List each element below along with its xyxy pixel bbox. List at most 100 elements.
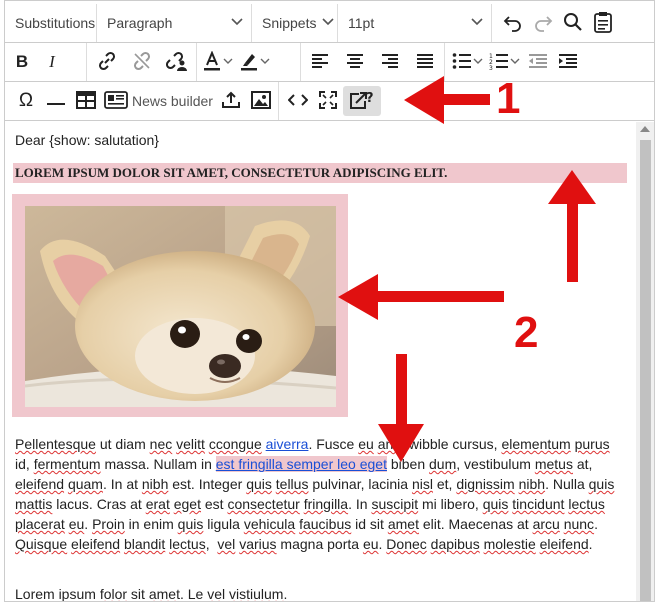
image-button[interactable]	[246, 86, 276, 116]
spell-word[interactable]: vistiulum	[229, 586, 283, 601]
spell-word[interactable]: consectetur	[227, 496, 299, 512]
spell-word[interactable]: nunc	[564, 516, 594, 532]
spell-word[interactable]: placerat	[15, 516, 65, 532]
spell-word[interactable]: Proin	[92, 516, 125, 532]
spell-word[interactable]: mattis	[15, 496, 52, 512]
spell-word[interactable]: folor	[100, 586, 127, 601]
redo-icon	[533, 12, 553, 35]
horizontal-rule-button[interactable]	[41, 86, 71, 116]
spell-word[interactable]: fringilla	[304, 496, 348, 512]
highlighted-link[interactable]: est fringilla semper leo eget	[215, 456, 387, 472]
font-size-dropdown[interactable]: 11pt	[338, 4, 492, 42]
anchor-user-button[interactable]	[162, 47, 192, 77]
spell-word[interactable]: purus	[575, 436, 610, 452]
align-right-button[interactable]	[375, 47, 405, 77]
text-color-button[interactable]	[199, 47, 236, 77]
spell-word[interactable]: amet	[388, 516, 419, 532]
spell-word[interactable]: fermentum	[34, 456, 101, 472]
spell-word[interactable]: tellus	[276, 476, 309, 492]
editor-content[interactable]: Dear {show: salutation} LOREM IPSUM DOLO…	[5, 122, 636, 601]
spell-word[interactable]: Quisque	[15, 536, 67, 552]
spell-word[interactable]: eget	[174, 496, 201, 512]
bold-button[interactable]: B	[7, 47, 37, 77]
table-button[interactable]	[71, 86, 101, 116]
justify-button[interactable]	[410, 47, 440, 77]
spell-word[interactable]: velitt	[176, 436, 205, 452]
spell-word[interactable]: vehicula	[244, 516, 295, 532]
spell-word[interactable]: quis	[178, 516, 204, 532]
align-center-button[interactable]	[340, 47, 370, 77]
spell-word[interactable]: lectus	[568, 496, 605, 512]
spell-word[interactable]: quis	[483, 496, 509, 512]
spell-word[interactable]: eleifend	[540, 536, 589, 552]
spell-word[interactable]: arcu	[533, 516, 560, 532]
align-left-button[interactable]	[305, 47, 335, 77]
outdent-button[interactable]	[523, 47, 553, 77]
substitutions-dropdown[interactable]: Substitutions	[5, 4, 97, 42]
spell-word[interactable]: suscipit	[371, 496, 418, 512]
spell-word[interactable]: nec	[150, 436, 173, 452]
spell-word[interactable]: ccongue	[209, 436, 262, 452]
source-code-button[interactable]	[283, 86, 313, 116]
spell-word[interactable]: Pellentesque	[15, 436, 96, 452]
spell-word[interactable]: ante	[378, 436, 405, 452]
spell-word[interactable]: quis	[246, 476, 272, 492]
scrollbar-thumb[interactable]	[640, 140, 651, 601]
spell-word[interactable]: eu	[358, 436, 374, 452]
snippets-dropdown[interactable]: Snippets	[252, 4, 338, 42]
spell-word[interactable]: dignissim	[456, 476, 514, 492]
spell-word[interactable]: dum	[429, 456, 456, 472]
spell-word[interactable]: eu	[69, 516, 85, 532]
paragraph-format-dropdown[interactable]: Paragraph	[97, 4, 252, 42]
special-character-button[interactable]: Ω	[11, 86, 41, 116]
chevron-down-icon	[473, 57, 483, 67]
spell-word[interactable]: erat	[146, 496, 170, 512]
text-run: . In at	[102, 476, 142, 492]
bullet-list-button[interactable]	[449, 47, 486, 77]
vertical-scrollbar[interactable]	[636, 122, 654, 601]
spell-word[interactable]: quam	[68, 476, 103, 492]
highlight-color-button[interactable]	[236, 47, 273, 77]
indent-button[interactable]	[553, 47, 583, 77]
spell-word[interactable]: dapibus	[431, 536, 480, 552]
spell-word[interactable]: vel	[207, 586, 225, 601]
redo-button[interactable]	[528, 8, 558, 38]
spell-word[interactable]: elementum	[501, 436, 570, 452]
spell-word[interactable]: eleifend	[15, 476, 64, 492]
spell-word[interactable]: metus	[535, 456, 573, 472]
image-block[interactable]	[12, 194, 348, 417]
spell-word[interactable]: blandit	[124, 536, 165, 552]
spell-word[interactable]: eu	[363, 536, 379, 552]
link-button[interactable]	[92, 47, 122, 77]
spell-word[interactable]: faucibus	[299, 516, 351, 532]
spell-word[interactable]: nisl	[412, 476, 433, 492]
search-button[interactable]	[558, 8, 588, 38]
spell-word[interactable]: tincidunt	[512, 496, 564, 512]
spell-word[interactable]: nibh	[519, 476, 545, 492]
chihuahua-photo[interactable]	[25, 206, 336, 407]
scroll-up-arrow-icon[interactable]	[640, 126, 650, 132]
news-builder-button[interactable]: News builder	[101, 86, 216, 116]
paragraph-format-label: Paragraph	[107, 15, 173, 31]
text-run: .	[84, 516, 93, 532]
upload-button[interactable]	[216, 86, 246, 116]
unlink-button[interactable]	[127, 47, 157, 77]
inline-link-aiverra[interactable]: aiverra	[266, 436, 309, 452]
spell-word[interactable]: vel	[217, 536, 235, 552]
spell-word[interactable]: eleifend	[71, 536, 120, 552]
spell-word[interactable]: nibh	[142, 476, 168, 492]
popout-help-button[interactable]: ?	[342, 86, 381, 116]
undo-button[interactable]	[498, 8, 528, 38]
spell-word[interactable]: amet	[149, 586, 180, 601]
align-right-icon	[381, 53, 399, 72]
paste-button[interactable]	[588, 8, 618, 38]
numbered-list-button[interactable]: 123	[486, 47, 523, 77]
spell-word[interactable]: lectus	[169, 536, 206, 552]
spell-word[interactable]: varius	[239, 536, 276, 552]
spell-word[interactable]: molestie	[484, 536, 536, 552]
spell-word[interactable]: Donec	[386, 536, 426, 552]
italic-button[interactable]: I	[37, 47, 67, 77]
spell-word[interactable]: quis	[589, 476, 615, 492]
text-run: at,	[572, 456, 593, 472]
fullscreen-button[interactable]	[313, 86, 343, 116]
